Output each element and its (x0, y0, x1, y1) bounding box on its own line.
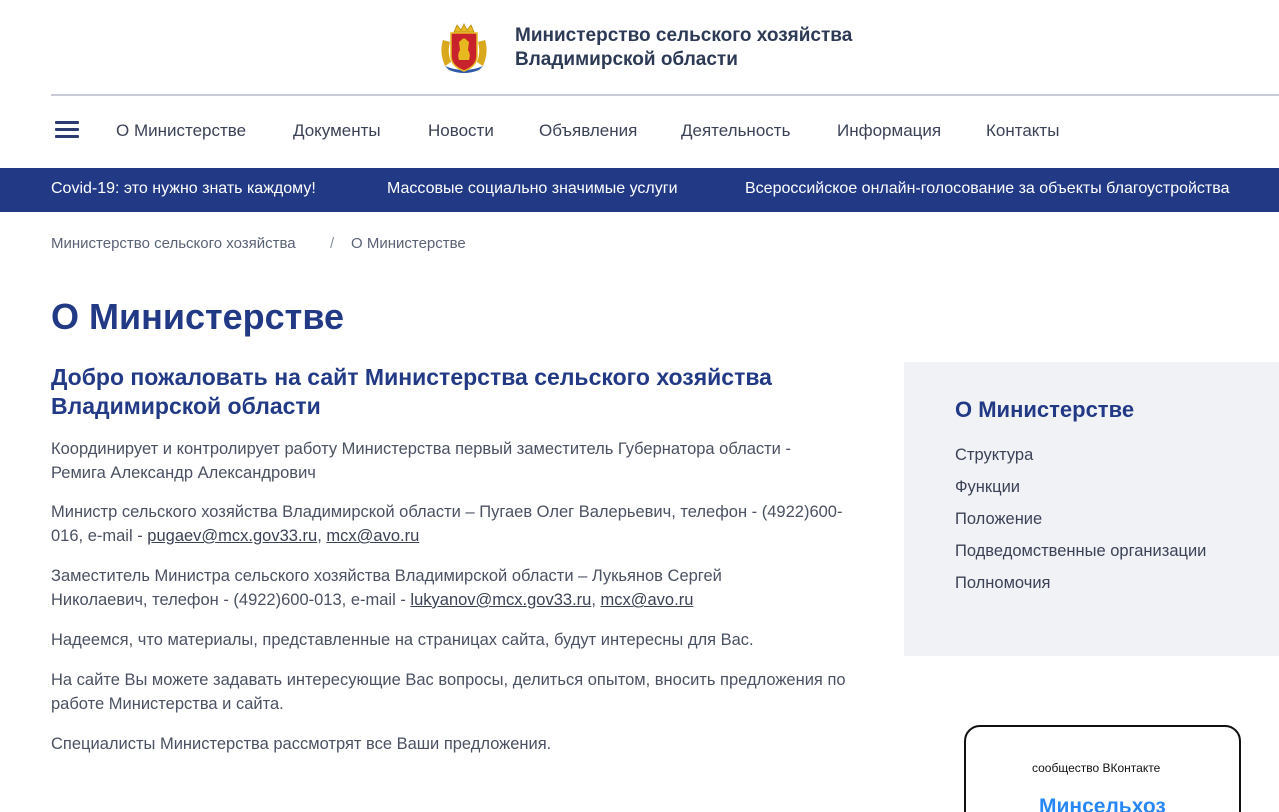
paragraph-text: 016, e-mail - (51, 527, 148, 545)
hamburger-menu-icon[interactable] (55, 121, 79, 139)
ministry-name-line1: Министерство сельского хозяйства (515, 25, 853, 46)
paragraph-coordinator: Координирует и контролирует работу Минис… (51, 437, 871, 485)
paragraph-questions: На сайте Вы можете задавать интересующие… (51, 668, 871, 716)
nav-item-activity[interactable]: Деятельность (681, 121, 790, 141)
paragraph-minister: Министр сельского хозяйства Владимирской… (51, 500, 871, 548)
sidebar-link-regulation[interactable]: Положение (955, 510, 1042, 529)
paragraph-line: На сайте Вы можете задавать интересующие… (51, 671, 846, 689)
site-header: Министерство сельского хозяйства Владими… (0, 0, 1279, 96)
page-title: О Министерстве (51, 296, 344, 337)
paragraph-line: Николаевич, телефон - (4922)600-013, e-m… (51, 591, 694, 609)
paragraph-line: Ремига Александр Александрович (51, 464, 316, 482)
header-divider (51, 94, 1279, 96)
welcome-heading: Добро пожаловать на сайт Министерства се… (51, 363, 851, 421)
banner-link-services[interactable]: Массовые социально значимые услуги (387, 180, 678, 198)
banner-link-voting[interactable]: Всероссийское онлайн-голосование за объе… (745, 180, 1229, 198)
email-link-mcx[interactable]: mcx@avo.ru (326, 527, 419, 545)
nav-item-announcements[interactable]: Объявления (539, 121, 637, 141)
nav-item-about[interactable]: О Министерстве (116, 121, 246, 141)
nav-item-news[interactable]: Новости (428, 121, 494, 141)
sidebar-link-subordinate[interactable]: Подведомственные организации (955, 542, 1206, 561)
sidebar-link-powers[interactable]: Полномочия (955, 574, 1051, 593)
nav-item-contacts[interactable]: Контакты (986, 121, 1059, 141)
email-link-pugaev[interactable]: pugaev@mcx.gov33.ru (147, 527, 317, 545)
coat-of-arms-logo[interactable] (437, 22, 491, 74)
paragraph-line: Министр сельского хозяйства Владимирской… (51, 503, 843, 521)
ministry-name-line2: Владимирской области (515, 49, 738, 70)
paragraph-text: Николаевич, телефон - (4922)600-013, e-m… (51, 591, 411, 609)
sidebar-link-structure[interactable]: Структура (955, 446, 1033, 465)
welcome-heading-line1: Добро пожаловать на сайт Министерства се… (51, 364, 772, 390)
sidebar-link-functions[interactable]: Функции (955, 478, 1020, 497)
paragraph-line: Заместитель Министра сельского хозяйства… (51, 567, 722, 585)
welcome-heading-line2: Владимирской области (51, 393, 321, 419)
ministry-name[interactable]: Министерство сельского хозяйства Владими… (515, 24, 852, 72)
paragraph-line: Координирует и контролирует работу Минис… (51, 440, 791, 458)
paragraph-specialists: Специалисты Министерства рассмотрят все … (51, 735, 552, 753)
email-link-lukyanov[interactable]: lukyanov@mcx.gov33.ru (410, 591, 591, 609)
breadcrumb-separator: / (330, 235, 335, 252)
sidebar-title: О Министерстве (955, 397, 1135, 422)
paragraph-line: работе Министерства и сайта. (51, 695, 284, 713)
paragraph-line: 016, e-mail - pugaev@mcx.gov33.ru, mcx@a… (51, 527, 420, 545)
nav-item-information[interactable]: Информация (837, 121, 941, 141)
email-link-mcx-2[interactable]: mcx@avo.ru (601, 591, 694, 609)
paragraph-materials: Надеемся, что материалы, представленные … (51, 631, 754, 649)
vk-community-name[interactable]: Минсельхоз (1039, 795, 1166, 812)
vk-widget-caption: сообщество ВКонтакте (1032, 761, 1161, 775)
breadcrumb-current: О Министерстве (351, 235, 466, 252)
paragraph-deputy: Заместитель Министра сельского хозяйства… (51, 564, 871, 612)
nav-item-documents[interactable]: Документы (293, 121, 381, 141)
banner-link-covid[interactable]: Covid-19: это нужно знать каждому! (51, 180, 316, 198)
breadcrumb-home[interactable]: Министерство сельского хозяйства (51, 235, 296, 252)
quick-links-bar: Covid-19: это нужно знать каждому! Массо… (0, 168, 1279, 212)
